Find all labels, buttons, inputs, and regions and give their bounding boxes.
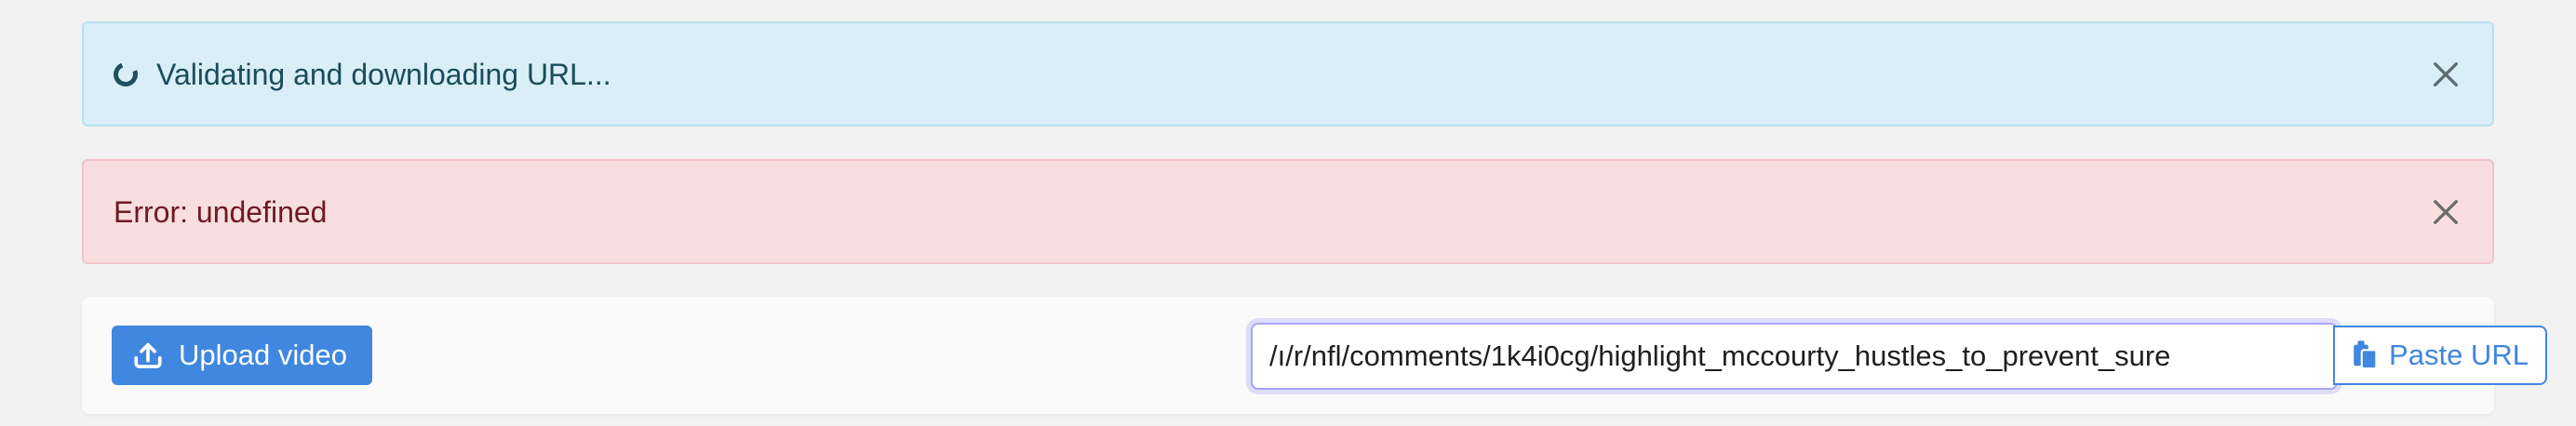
url-input-container: [1251, 323, 2338, 390]
url-input[interactable]: [1253, 325, 2336, 388]
error-alert: Error: undefined: [82, 159, 2494, 264]
upload-icon: [132, 339, 164, 371]
error-alert-message: Error: undefined: [114, 194, 328, 229]
close-loading-alert-button[interactable]: [2427, 56, 2464, 93]
paste-url-button[interactable]: Paste URL: [2333, 326, 2547, 385]
close-error-alert-button[interactable]: [2427, 193, 2464, 231]
video-source-toolbar: Upload video Paste URL: [82, 297, 2547, 414]
loading-alert: Validating and downloading URL...: [82, 21, 2494, 126]
upload-video-label: Upload video: [179, 339, 347, 371]
spinner-icon: [109, 58, 142, 90]
paste-icon: [2352, 339, 2380, 371]
paste-url-label: Paste URL: [2389, 339, 2529, 371]
close-icon: [2434, 199, 2458, 224]
loading-alert-message: Validating and downloading URL...: [156, 57, 611, 91]
upload-video-button[interactable]: Upload video: [112, 326, 372, 385]
close-icon: [2434, 61, 2458, 87]
